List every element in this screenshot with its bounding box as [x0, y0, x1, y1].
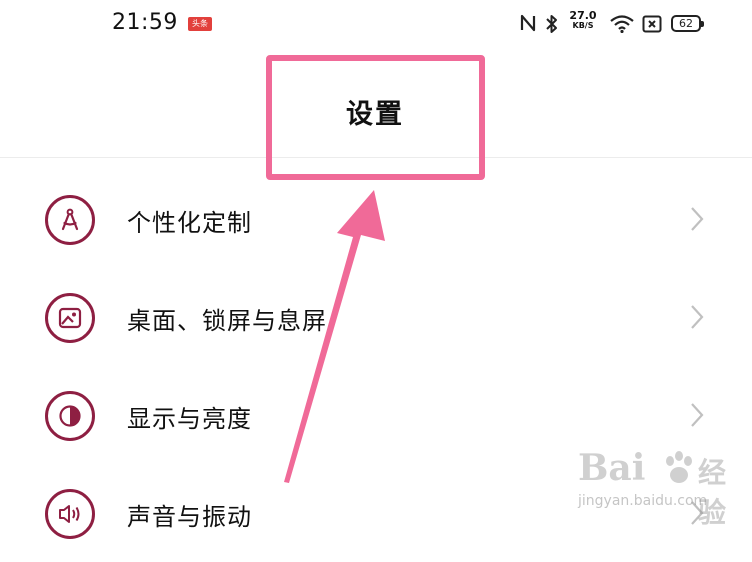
watermark-brand: Bai [578, 447, 646, 489]
paw-logo-icon [666, 451, 692, 483]
watermark: Bai 经验 jingyan.baidu.com [578, 447, 748, 529]
watermark-brand-suffix: 经验 [698, 456, 727, 529]
watermark-url: jingyan.baidu.com [578, 493, 708, 509]
